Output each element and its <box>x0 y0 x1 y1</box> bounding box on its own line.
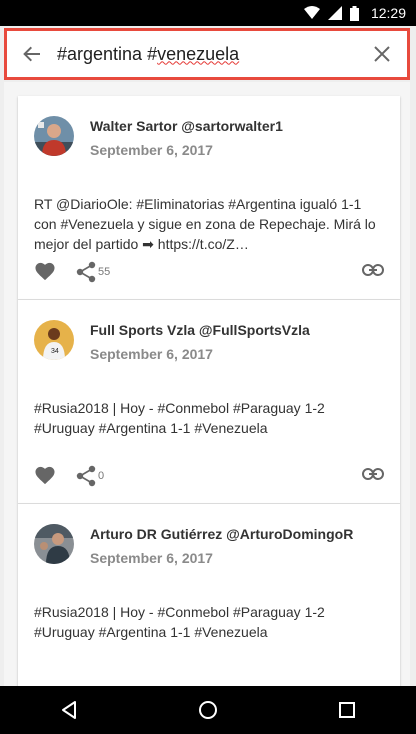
link-icon <box>362 468 384 480</box>
tweet-author[interactable]: Full Sports Vzla @FullSportsVzla <box>90 322 310 338</box>
results-sheet: Walter Sartor @sartorwalter1 September 6… <box>4 82 410 686</box>
share-count: 0 <box>98 470 105 482</box>
share-button[interactable]: 0 <box>76 465 104 487</box>
svg-text:34: 34 <box>51 348 59 355</box>
clear-button[interactable] <box>357 31 407 77</box>
link-button[interactable] <box>362 467 384 485</box>
tweet-card[interactable]: Walter Sartor @sartorwalter1 September 6… <box>18 96 400 300</box>
like-button[interactable] <box>34 465 56 490</box>
tweet-card[interactable]: Arturo DR Gutiérrez @ArturoDomingoR Sept… <box>18 504 400 686</box>
link-icon <box>362 264 384 276</box>
tweet-actions: 0 <box>34 465 384 489</box>
avatar[interactable] <box>34 524 74 564</box>
arrow-back-icon <box>23 46 40 62</box>
close-icon <box>374 46 390 62</box>
home-circle-icon <box>198 701 217 719</box>
search-input[interactable]: #argentina #venezuela <box>57 44 357 65</box>
tweet-text: #Rusia2018 | Hoy - #Conmebol #Paraguay 1… <box>34 604 325 640</box>
like-button[interactable] <box>34 261 56 286</box>
link-button[interactable] <box>362 263 384 281</box>
tweet-card[interactable]: 34 Full Sports Vzla @FullSportsVzla Sept… <box>18 300 400 504</box>
back-button[interactable] <box>7 31 57 77</box>
search-query-misspelled: venezuela <box>157 43 240 64</box>
nav-recents-button[interactable] <box>317 686 377 734</box>
battery-icon <box>349 5 359 21</box>
avatar[interactable]: 34 <box>34 320 74 360</box>
avatar[interactable] <box>34 116 74 156</box>
wifi-icon <box>303 6 320 19</box>
tweet-date: September 6, 2017 <box>90 346 213 362</box>
share-icon <box>76 261 96 283</box>
back-triangle-icon <box>62 701 77 719</box>
tweet-feed: Walter Sartor @sartorwalter1 September 6… <box>18 96 400 686</box>
tweet-actions: 55 <box>34 261 384 285</box>
heart-icon <box>35 262 55 281</box>
navigation-bar <box>0 686 416 734</box>
share-button[interactable]: 55 <box>76 261 110 283</box>
share-count: 55 <box>98 266 111 278</box>
tweet-text: #Rusia2018 | Hoy - #Conmebol #Paraguay 1… <box>34 400 325 436</box>
status-bar: 12:29 <box>0 0 416 26</box>
search-bar: #argentina #venezuela <box>4 28 410 80</box>
nav-back-button[interactable] <box>39 686 99 734</box>
tweet-author[interactable]: Arturo DR Gutiérrez @ArturoDomingoR <box>90 526 353 542</box>
tweet-date: September 6, 2017 <box>90 142 213 158</box>
recents-square-icon <box>338 702 355 718</box>
heart-icon <box>35 466 55 485</box>
tweet-text: RT @DiarioOle: #Eliminatorias #Argentina… <box>34 196 376 252</box>
nav-home-button[interactable] <box>178 686 238 734</box>
signal-icon <box>327 6 342 20</box>
share-icon <box>76 465 96 487</box>
status-time: 12:29 <box>370 5 406 21</box>
tweet-author[interactable]: Walter Sartor @sartorwalter1 <box>90 118 283 134</box>
search-query-part: #argentina # <box>57 43 158 64</box>
tweet-date: September 6, 2017 <box>90 550 213 566</box>
